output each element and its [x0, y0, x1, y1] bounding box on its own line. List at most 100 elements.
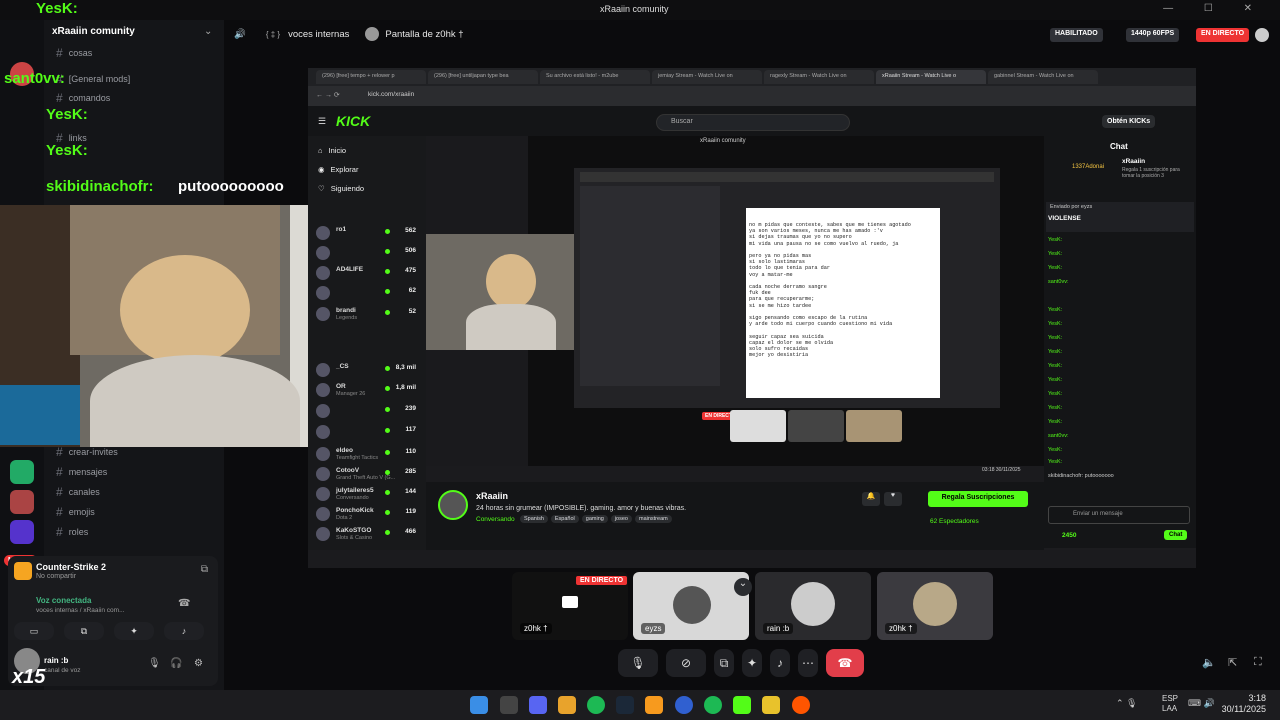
taskbar-app-icon[interactable]: [762, 696, 780, 714]
screen-share-icon[interactable]: ⧉: [201, 564, 208, 575]
screen-share-button[interactable]: ⧉: [64, 622, 104, 640]
screen-share-button[interactable]: ⧉: [714, 649, 734, 677]
gear-icon[interactable]: ⚙: [194, 658, 203, 669]
fullscreen-icon[interactable]: ⛶: [1254, 656, 1262, 669]
taskbar-app-icon[interactable]: [500, 696, 518, 714]
window-controls[interactable]: — ☐ ✕: [1163, 3, 1266, 14]
tag[interactable]: Spanish: [520, 515, 548, 523]
followed-stream[interactable]: 117: [316, 424, 420, 442]
menu-icon[interactable]: ☰: [318, 116, 326, 127]
spotify-icon[interactable]: [587, 696, 605, 714]
system-clock[interactable]: 3:18 30/11/2025: [1222, 693, 1266, 715]
more-button[interactable]: ⋯: [798, 649, 818, 677]
nav-home[interactable]: ⌂ Inicio: [318, 146, 346, 155]
channel-item[interactable]: # cosas: [56, 44, 92, 62]
get-kicks-button[interactable]: Obtén KICKs: [1102, 115, 1156, 128]
soundboard-button[interactable]: ♪: [770, 649, 790, 677]
chat-username[interactable]: YesK:: [1048, 321, 1062, 335]
followed-stream[interactable]: PonchoKick Dota 2 119: [316, 506, 420, 524]
followed-stream[interactable]: ro1 562: [316, 225, 420, 243]
soundcloud-icon[interactable]: [792, 696, 810, 714]
channel-item[interactable]: # [General mods]: [56, 70, 130, 88]
chat-username[interactable]: YesK:: [1048, 349, 1062, 363]
participant-tile[interactable]: EN DIRECTO z0hk †: [512, 572, 628, 640]
followed-stream[interactable]: _CS 8,3 mil: [316, 362, 420, 380]
headphones-icon[interactable]: 🎧: [170, 658, 182, 669]
chevron-down-icon[interactable]: ⌄: [204, 26, 212, 37]
chevron-down-icon[interactable]: ⌄: [734, 578, 752, 596]
browser-tab[interactable]: ragexly Stream - Watch Live on: [764, 70, 874, 84]
chat-username[interactable]: YesK:: [1048, 265, 1062, 279]
browser-tab[interactable]: (296) [free] tempo + relower p: [316, 70, 426, 84]
browser-tab-active[interactable]: xRaaiin Stream - Watch Live o: [876, 70, 986, 84]
chat-username[interactable]: YesK:: [1048, 405, 1062, 419]
chat-send-button[interactable]: Chat: [1164, 530, 1188, 540]
soundboard-button[interactable]: ♪: [164, 622, 204, 640]
camera-off-button[interactable]: ⊘: [666, 649, 706, 677]
chrome-icon[interactable]: [558, 696, 576, 714]
chat-icon[interactable]: [1255, 28, 1269, 42]
server-icon[interactable]: [10, 460, 34, 484]
channel-item[interactable]: # crear-invites: [56, 443, 118, 461]
stream-category[interactable]: Conversando: [476, 516, 515, 523]
followed-stream[interactable]: 62: [316, 285, 420, 303]
network-icon[interactable]: ⌨ 🔊: [1188, 698, 1215, 709]
bell-icon[interactable]: 🔔: [862, 492, 880, 506]
channel-item[interactable]: # mensajes: [56, 463, 107, 481]
start-icon[interactable]: [470, 696, 488, 714]
url-field[interactable]: kick.com/xraaiin: [368, 91, 414, 98]
activities-button[interactable]: ✦: [742, 649, 762, 677]
followed-stream[interactable]: 506: [316, 245, 420, 263]
chat-input[interactable]: Enviar un mensaje: [1048, 506, 1190, 524]
points-count[interactable]: 2450: [1062, 532, 1076, 539]
gift-subs-button[interactable]: Regala Suscripciones: [928, 491, 1028, 507]
server-name[interactable]: xRaaiin comunity: [52, 26, 135, 37]
language-indicator[interactable]: ESP LAA: [1162, 694, 1178, 714]
participant-tile[interactable]: eyzs: [633, 572, 749, 640]
kick-logo[interactable]: KICK: [336, 113, 370, 129]
tray-icons[interactable]: ⌃ 🎙: [1116, 698, 1137, 709]
server-icon[interactable]: [10, 490, 34, 514]
nav-arrows-icon[interactable]: ← → ⟳: [316, 91, 340, 99]
taskbar-app-icon[interactable]: [645, 696, 663, 714]
channel-item[interactable]: # roles: [56, 523, 88, 541]
chat-username[interactable]: YesK:: [1048, 419, 1062, 433]
followed-stream[interactable]: OR Manager 26 1,8 mil: [316, 382, 420, 400]
camera-button[interactable]: ▭: [14, 622, 54, 640]
browser-tab[interactable]: (296) [free] untiljapan type bea: [428, 70, 538, 84]
channel-item[interactable]: # canales: [56, 483, 100, 501]
followed-stream[interactable]: julytaileres5 Conversando 144: [316, 486, 420, 504]
streamer-name[interactable]: xRaaiin: [476, 491, 508, 501]
chat-username[interactable]: YesK:: [1048, 335, 1062, 349]
activities-button[interactable]: ✦: [114, 622, 154, 640]
chat-username[interactable]: sant0vv:: [1048, 279, 1068, 293]
mic-button[interactable]: 🎙: [618, 649, 658, 677]
search-input[interactable]: Buscar: [656, 114, 850, 131]
chat-username[interactable]: YesK:: [1048, 459, 1062, 473]
browser-tab[interactable]: jemiay Stream - Watch Live on: [652, 70, 762, 84]
tag[interactable]: mainstream: [634, 515, 672, 523]
browser-tab[interactable]: Su archivo está listo! - m2ube: [540, 70, 650, 84]
nav-following[interactable]: ♡ Siguiendo: [318, 184, 364, 193]
voice-channel-name[interactable]: voces internas / xRaaiin com...: [36, 607, 125, 614]
leave-call-button[interactable]: ☎: [826, 649, 864, 677]
chat-username[interactable]: YesK:: [1048, 377, 1062, 391]
steam-icon[interactable]: [616, 696, 634, 714]
chat-username[interactable]: YesK:: [1048, 237, 1062, 251]
volume-icon[interactable]: 🔈: [1202, 656, 1216, 669]
channel-item[interactable]: # emojis: [56, 503, 95, 521]
pinned-message[interactable]: Enviado por eyzs VIOLENSE: [1046, 202, 1194, 232]
tag[interactable]: gaming: [581, 515, 608, 523]
spotify-icon[interactable]: [704, 696, 722, 714]
followed-stream[interactable]: KaKoSTGO Slots & Casino 466: [316, 526, 420, 544]
chat-username[interactable]: YesK:: [1048, 363, 1062, 377]
chat-username[interactable]: YesK:: [1048, 391, 1062, 405]
tag[interactable]: Español: [550, 515, 579, 523]
nav-explore[interactable]: ◉ Explorar: [318, 165, 358, 174]
server-icon[interactable]: [10, 520, 34, 544]
heart-icon[interactable]: ♥: [884, 492, 902, 506]
avatar[interactable]: [438, 490, 468, 520]
discord-icon[interactable]: [529, 696, 547, 714]
chat-username[interactable]: YesK:: [1048, 251, 1062, 265]
followed-stream[interactable]: AD4LIFE 475: [316, 265, 420, 283]
